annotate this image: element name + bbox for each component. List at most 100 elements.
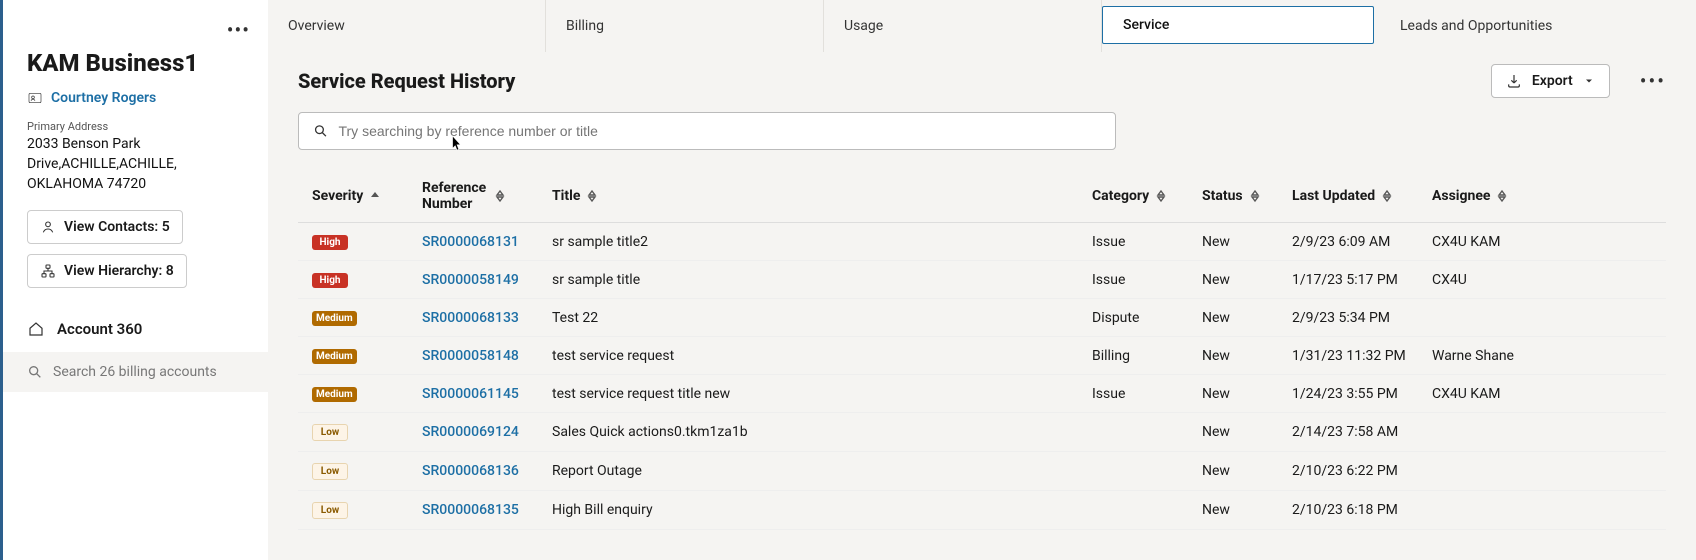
row-updated: 2/10/23 6:22 PM (1292, 463, 1432, 479)
row-status: New (1202, 272, 1292, 288)
severity-badge: Medium (312, 387, 357, 402)
download-icon (1506, 73, 1522, 89)
row-category: Issue (1092, 234, 1202, 250)
sidebar-more-icon[interactable]: ••• (227, 18, 250, 42)
export-label: Export (1532, 73, 1573, 89)
row-title: sr sample title2 (552, 234, 1092, 250)
reference-link[interactable]: SR0000068135 (422, 502, 552, 518)
reference-link[interactable]: SR0000061145 (422, 386, 552, 402)
table-row[interactable]: Low SR0000069124Sales Quick actions0.tkm1… (298, 413, 1666, 452)
hierarchy-icon (40, 263, 56, 279)
table-row[interactable]: Medium SR0000061145test service request t… (298, 375, 1666, 413)
tab-billing[interactable]: Billing (546, 0, 824, 52)
reference-link[interactable]: SR0000058148 (422, 348, 552, 364)
row-category: Issue (1092, 386, 1202, 402)
tab-overview[interactable]: Overview (268, 0, 546, 52)
severity-badge: High (312, 273, 348, 288)
row-updated: 2/9/23 5:34 PM (1292, 310, 1432, 326)
table-row[interactable]: High SR0000068131sr sample title2IssueNew… (298, 223, 1666, 261)
severity-badge: Low (312, 463, 348, 480)
tab-leads-label: Leads and Opportunities (1400, 18, 1552, 34)
col-title[interactable]: Title (552, 188, 1092, 204)
reference-link[interactable]: SR0000058149 (422, 272, 552, 288)
person-icon (40, 219, 56, 235)
col-severity-label: Severity (312, 188, 363, 204)
row-updated: 2/9/23 6:09 AM (1292, 234, 1432, 250)
table-row[interactable]: HighSR0000058149sr sample titleIssueNew1… (298, 261, 1666, 299)
row-assignee: CX4U KAM (1432, 386, 1532, 402)
tab-usage[interactable]: Usage (824, 0, 1102, 52)
row-status: New (1202, 310, 1292, 326)
reference-link[interactable]: SR0000068133 (422, 310, 552, 326)
tab-usage-label: Usage (844, 18, 883, 34)
main: Overview Billing Usage Service Leads and… (268, 0, 1696, 560)
tab-service-label: Service (1123, 17, 1169, 33)
col-status-label: Status (1202, 188, 1243, 204)
severity-badge: Low (312, 424, 348, 441)
view-contacts-label: View Contacts: 5 (64, 219, 170, 235)
reference-link[interactable]: SR0000069124 (422, 424, 552, 440)
tab-billing-label: Billing (566, 18, 604, 34)
account-title: KAM Business1 (27, 50, 244, 76)
view-contacts-button[interactable]: View Contacts: 5 (27, 210, 183, 244)
severity-badge: Low (312, 502, 348, 519)
sort-icon (586, 189, 598, 203)
table-row[interactable]: MediumSR0000058148test service requestBi… (298, 337, 1666, 375)
sidebar: ••• KAM Business1 Courtney Rogers Primar… (0, 0, 268, 560)
nav-account-360-label: Account 360 (57, 320, 142, 338)
table-body: HighSR0000068131sr sample title2IssueNew… (298, 223, 1666, 530)
section-more-icon[interactable]: ••• (1640, 69, 1666, 93)
sort-icon (494, 189, 506, 203)
table-row[interactable]: Low SR0000068136Report Outage New2/10/23 6… (298, 452, 1666, 491)
col-severity[interactable]: Severity (312, 188, 422, 204)
primary-contact-link[interactable]: Courtney Rogers (27, 90, 244, 106)
row-status: New (1202, 463, 1292, 479)
view-hierarchy-label: View Hierarchy: 8 (64, 263, 174, 279)
tab-leads[interactable]: Leads and Opportunities (1380, 0, 1552, 52)
tab-service[interactable]: Service (1102, 6, 1374, 44)
view-hierarchy-button[interactable]: View Hierarchy: 8 (27, 254, 187, 288)
caret-down-icon (1583, 75, 1595, 87)
service-request-table: Severity Reference Number Title Category (298, 170, 1666, 530)
col-last-updated[interactable]: Last Updated (1292, 188, 1432, 204)
row-status: New (1202, 348, 1292, 364)
col-reference[interactable]: Reference Number (422, 180, 552, 212)
col-status[interactable]: Status (1202, 188, 1292, 204)
row-status: New (1202, 234, 1292, 250)
row-updated: 2/10/23 6:18 PM (1292, 502, 1432, 518)
row-title: Test 22 (552, 310, 1092, 326)
severity-badge: High (312, 235, 348, 250)
row-title: Report Outage (552, 463, 1092, 479)
row-status: New (1202, 502, 1292, 518)
address-label: Primary Address (27, 120, 244, 133)
severity-badge: Medium (312, 349, 357, 364)
row-category: Issue (1092, 272, 1202, 288)
col-category[interactable]: Category (1092, 188, 1202, 204)
row-title: Sales Quick actions0.tkm1za1b (552, 424, 1092, 440)
table-header: Severity Reference Number Title Category (298, 170, 1666, 223)
reference-link[interactable]: SR0000068136 (422, 463, 552, 479)
row-title: High Bill enquiry (552, 502, 1092, 518)
col-title-label: Title (552, 188, 580, 204)
section-title: Service Request History (298, 69, 515, 93)
search-input[interactable] (338, 123, 1101, 139)
search-box[interactable] (298, 112, 1116, 150)
row-title: test service request title new (552, 386, 1092, 402)
reference-link[interactable]: SR0000068131 (422, 234, 552, 250)
row-title: sr sample title (552, 272, 1092, 288)
col-reference-label2: Number (422, 196, 486, 212)
nav-account-360[interactable]: Account 360 (0, 306, 268, 352)
col-category-label: Category (1092, 188, 1149, 204)
home-icon (27, 320, 45, 338)
row-assignee: CX4U (1432, 272, 1532, 288)
sort-icon (1155, 189, 1167, 203)
sort-icon (1381, 189, 1393, 203)
col-assignee-label: Assignee (1432, 188, 1490, 204)
col-assignee[interactable]: Assignee (1432, 188, 1532, 204)
sidebar-search[interactable]: Search 26 billing accounts (3, 352, 268, 392)
row-status: New (1202, 424, 1292, 440)
table-row[interactable]: MediumSR0000068133Test 22DisputeNew2/9/2… (298, 299, 1666, 337)
tab-overview-label: Overview (288, 18, 345, 34)
table-row[interactable]: Low SR0000068135High Bill enquiry New2/10/… (298, 491, 1666, 530)
export-button[interactable]: Export (1491, 64, 1610, 98)
